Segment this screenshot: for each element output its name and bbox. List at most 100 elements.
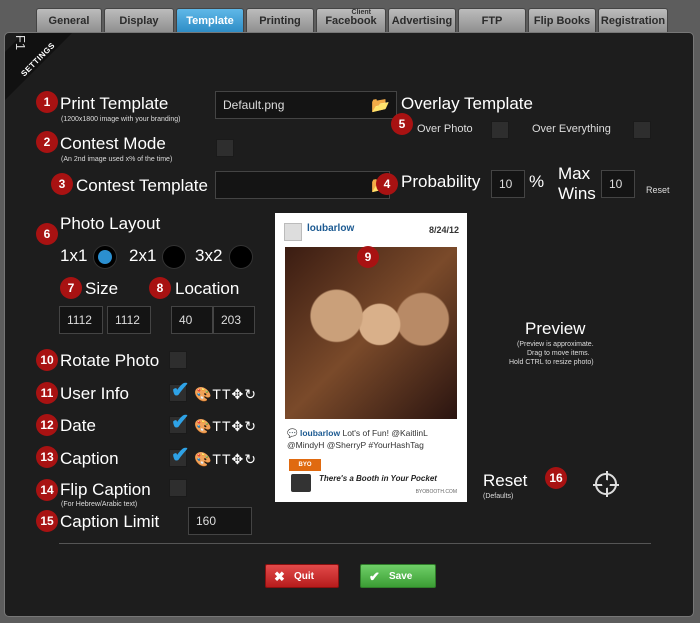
preview-caption: 💬 loubarlow Lot's of Fun! @KaitlinL @Min… bbox=[287, 428, 428, 450]
tab-label: Printing bbox=[259, 15, 301, 27]
crosshair-icon[interactable] bbox=[593, 471, 619, 497]
check-icon: ✔ bbox=[369, 569, 380, 584]
location-y-input[interactable]: 203 bbox=[213, 306, 255, 334]
badge-1: 1 bbox=[36, 91, 58, 113]
quit-button-label: Quit bbox=[294, 571, 314, 582]
user-info-tools-icon[interactable]: 🎨TT✥↻ bbox=[194, 386, 257, 403]
contest-mode-checkbox[interactable] bbox=[216, 139, 234, 157]
caption-tools-icon[interactable]: 🎨TT✥↻ bbox=[194, 451, 257, 468]
preview-username: loubarlow bbox=[307, 223, 355, 234]
tab-flip-books[interactable]: Flip Books bbox=[528, 8, 596, 32]
badge-6: 6 bbox=[36, 223, 58, 245]
tab-facebook[interactable]: Client Facebook bbox=[316, 8, 386, 32]
size-height-value: 1112 bbox=[115, 313, 140, 327]
caption-label: Caption bbox=[60, 449, 119, 468]
badge-14: 14 bbox=[36, 479, 58, 501]
layout-option-3x2: 3x2 bbox=[195, 246, 223, 265]
check-icon: ✔ bbox=[171, 377, 190, 402]
tab-advertising[interactable]: Advertising bbox=[388, 8, 456, 32]
max-wins-input[interactable]: 10 bbox=[601, 170, 635, 198]
tab-label: General bbox=[48, 15, 90, 27]
close-icon: ✖ bbox=[274, 569, 285, 584]
photo-layout-label: Photo Layout bbox=[60, 214, 161, 233]
badge-5: 5 bbox=[391, 113, 413, 135]
date-label: Date bbox=[60, 416, 96, 435]
location-x-input[interactable]: 40 bbox=[171, 306, 213, 334]
contest-mode-label: Contest Mode bbox=[60, 134, 166, 153]
tab-sup-label: Client bbox=[351, 9, 371, 16]
badge-4: 4 bbox=[376, 173, 398, 195]
tab-label: Flip Books bbox=[533, 15, 591, 27]
tab-printing[interactable]: Printing bbox=[246, 8, 314, 32]
flip-caption-label: Flip Caption bbox=[60, 480, 151, 499]
flip-caption-hint: (For Hebrew/Arabic text) bbox=[61, 501, 138, 508]
badge-11: 11 bbox=[36, 382, 58, 404]
layout-radio-1x1[interactable] bbox=[93, 245, 117, 269]
print-template-hint: (1200x1800 image with your branding) bbox=[61, 116, 181, 123]
contest-template-input[interactable] bbox=[215, 171, 390, 199]
size-width-input[interactable]: 1112 bbox=[59, 306, 103, 334]
badge-13: 13 bbox=[36, 446, 58, 468]
print-template-input[interactable]: Default.png bbox=[215, 91, 397, 119]
caption-limit-label: Caption Limit bbox=[60, 512, 160, 531]
overlay-template-label: Overlay Template bbox=[401, 94, 533, 113]
reset-defaults-label[interactable]: Reset bbox=[483, 471, 527, 491]
max-wins-value: 10 bbox=[609, 177, 623, 191]
preview-note-2: Drag to move items. bbox=[527, 350, 590, 357]
tab-bar: General Display Template Printing Client… bbox=[0, 0, 700, 32]
tab-template[interactable]: Template bbox=[176, 8, 244, 32]
badge-16: 16 bbox=[545, 467, 567, 489]
layout-radio-3x2[interactable] bbox=[229, 245, 253, 269]
layout-radio-2x1[interactable] bbox=[162, 245, 186, 269]
contest-template-label: Contest Template bbox=[76, 176, 208, 195]
location-y-value: 203 bbox=[221, 313, 242, 327]
caption-limit-input[interactable]: 160 bbox=[188, 507, 252, 535]
probability-unit: % bbox=[529, 172, 545, 191]
max-wins-label-line2: Wins bbox=[558, 184, 596, 203]
quit-button[interactable]: ✖ Quit bbox=[265, 564, 339, 588]
rotate-photo-label: Rotate Photo bbox=[60, 351, 160, 370]
rotate-photo-checkbox[interactable] bbox=[169, 351, 187, 369]
booth-icon bbox=[291, 474, 311, 492]
tab-label: Advertising bbox=[391, 15, 453, 27]
contest-mode-hint: (An 2nd image used x% of the time) bbox=[61, 156, 173, 163]
badge-7: 7 bbox=[60, 277, 82, 299]
preview-avatar bbox=[284, 223, 302, 241]
save-button[interactable]: ✔ Save bbox=[360, 564, 436, 588]
tab-general[interactable]: General bbox=[36, 8, 102, 32]
badge-3: 3 bbox=[51, 173, 73, 195]
ribbon-key: F1 bbox=[13, 34, 29, 51]
print-template-value: Default.png bbox=[223, 98, 285, 112]
probability-value: 10 bbox=[499, 177, 513, 191]
tab-display[interactable]: Display bbox=[104, 8, 174, 32]
tab-ftp[interactable]: FTP bbox=[458, 8, 526, 32]
preview-date: 8/24/12 bbox=[428, 225, 459, 235]
over-photo-checkbox[interactable] bbox=[491, 121, 509, 139]
preview-slogan: There's a Booth in Your Pocket bbox=[319, 474, 437, 483]
folder-icon[interactable]: 📂 bbox=[371, 96, 390, 114]
reset-defaults-hint: (Defaults) bbox=[483, 493, 514, 500]
save-button-label: Save bbox=[389, 571, 413, 582]
flip-caption-checkbox[interactable] bbox=[169, 479, 187, 497]
probability-input[interactable]: 10 bbox=[491, 170, 525, 198]
preview-header: loubarlow 8/24/12 bbox=[275, 213, 467, 243]
max-wins-reset[interactable]: Reset bbox=[646, 185, 670, 195]
probability-label: Probability bbox=[401, 172, 481, 191]
preview-photo[interactable] bbox=[285, 247, 457, 419]
caption-limit-value: 160 bbox=[196, 514, 217, 528]
over-everything-checkbox[interactable] bbox=[633, 121, 651, 139]
date-tools-icon[interactable]: 🎨TT✥↻ bbox=[194, 418, 257, 435]
size-height-input[interactable]: 1112 bbox=[107, 306, 151, 334]
badge-9: 9 bbox=[357, 246, 379, 268]
badge-8: 8 bbox=[149, 277, 171, 299]
badge-2: 2 bbox=[36, 131, 58, 153]
badge-10: 10 bbox=[36, 349, 58, 371]
print-template-label: Print Template bbox=[60, 94, 169, 113]
location-x-value: 40 bbox=[179, 313, 193, 327]
preview-note-1: (Preview is approximate. bbox=[517, 341, 594, 348]
location-label: Location bbox=[175, 279, 240, 298]
badge-15: 15 bbox=[36, 510, 58, 532]
layout-option-1x1: 1x1 bbox=[60, 246, 88, 265]
divider bbox=[59, 543, 651, 544]
tab-registration[interactable]: Registration bbox=[598, 8, 668, 32]
